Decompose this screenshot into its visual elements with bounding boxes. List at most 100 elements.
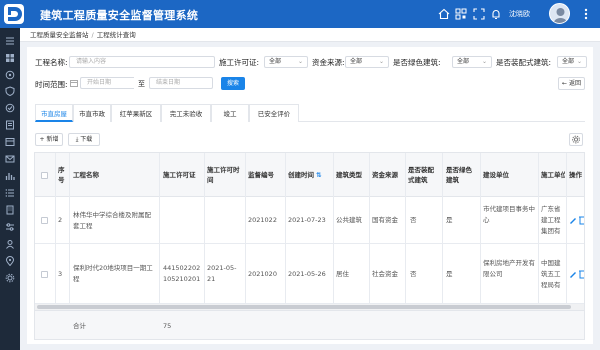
permit-select[interactable]: 全部 ⌄: [264, 56, 308, 68]
chevron-down-icon: ⌄: [481, 58, 487, 65]
tab-completed-unaccepted[interactable]: 完工未验收: [161, 104, 211, 122]
footer-permit-total: 75: [163, 322, 172, 330]
permit-label: 施工许可证:: [219, 58, 260, 67]
app-title: 建筑工程质量安全监督管理系统: [40, 9, 199, 22]
start-date-input[interactable]: 开始日期: [80, 77, 134, 89]
sidebar-settings-sliders-icon[interactable]: [5, 222, 15, 232]
sidebar-location-icon[interactable]: [5, 256, 15, 266]
col-header-permit-time: 施工许可时间: [207, 166, 240, 184]
tab-municipal-works[interactable]: 市直市政: [73, 104, 111, 122]
search-button[interactable]: 搜索: [221, 77, 245, 90]
home-icon[interactable]: [438, 8, 450, 20]
row-actions: [570, 270, 584, 279]
sidebar-check-icon[interactable]: [5, 103, 15, 113]
sort-icon[interactable]: ⇅: [316, 171, 321, 179]
tab-completed[interactable]: 竣工: [211, 104, 249, 122]
row-checkbox[interactable]: [41, 217, 48, 224]
time-range-label: 时间范围:: [35, 80, 68, 89]
main-panel: 工程名称: 请输入内容 施工许可证: 全部 ⌄ 资金来源: 全部 ⌄ 是否绿色建筑:…: [27, 47, 593, 344]
cell-supervision-no: 2021020: [248, 270, 277, 278]
breadcrumb-item-current: 工程统计查询: [96, 31, 136, 39]
project-name-label: 工程名称:: [35, 58, 68, 67]
table-row[interactable]: 2 林伟华中学综合楼及附属配套工程 2021022 2021-07-23 公共建…: [35, 197, 584, 244]
cell-prefab: 否: [410, 216, 417, 224]
edit-icon: [570, 218, 576, 224]
col-header-building-type: 建筑类型: [336, 171, 362, 179]
sidebar-chart-icon[interactable]: [5, 171, 15, 181]
row-actions: [570, 216, 584, 225]
cell-constructor: 广东省建工程集团有限: [541, 205, 561, 235]
cell-builder: 市代建项目事务中心: [483, 205, 535, 224]
sidebar-mail-icon[interactable]: [5, 154, 15, 164]
add-button[interactable]: + 新增: [35, 133, 63, 146]
project-name-input[interactable]: 请输入内容: [69, 56, 215, 68]
sidebar-building-icon[interactable]: [5, 205, 15, 215]
delete-icon: [579, 216, 584, 225]
username-label[interactable]: 沈晓欧: [509, 9, 530, 19]
cell-supervision-no: 2021022: [248, 216, 277, 224]
breadcrumb-item-station[interactable]: 工程质量安全监督站: [30, 31, 89, 39]
table-row[interactable]: 3 保利时代20地块项目一期工程 441502202105210201 2021…: [35, 244, 584, 304]
col-header-ops: 操作: [569, 171, 582, 179]
more-vertical-icon[interactable]: [581, 7, 591, 21]
download-button[interactable]: ⤓ 下载: [68, 133, 100, 146]
row-checkbox[interactable]: [41, 271, 48, 278]
delete-icon: [579, 270, 584, 279]
cell-name: 林伟华中学综合楼及附属配套工程: [73, 211, 151, 230]
user-avatar[interactable]: [549, 3, 570, 24]
sidebar-project-icon[interactable]: [5, 70, 15, 80]
col-header-seq: 序号: [58, 166, 65, 184]
cell-building-type: 居住: [336, 270, 349, 278]
breadcrumb: 工程质量安全监督站 / 工程统计查询: [20, 28, 600, 42]
qr-code-icon[interactable]: [455, 8, 467, 20]
app-header: 建筑工程质量安全监督管理系统 沈晓欧: [0, 0, 600, 28]
cell-created: 2021-07-23: [288, 216, 326, 224]
cell-permit-time: 2021-05-21: [207, 264, 237, 283]
end-date-input[interactable]: 结束日期: [149, 77, 213, 89]
cell-seq: 2: [58, 216, 63, 224]
col-header-green: 是否绿色建筑: [446, 166, 472, 184]
cell-prefab: 否: [410, 270, 417, 278]
tab-safety-evaluated[interactable]: 已安全评价: [249, 104, 299, 122]
sidebar-safety-icon[interactable]: [5, 86, 15, 96]
cell-permit: 441502202105210201: [163, 264, 201, 283]
chevron-down-icon: ⌄: [576, 58, 582, 65]
col-header-funding: 资金来源: [372, 171, 398, 179]
sidebar-list-icon[interactable]: [5, 188, 15, 198]
footer-total-label: 合计: [73, 322, 86, 330]
col-header-permit: 施工许可证: [163, 171, 196, 179]
cell-green: 是: [446, 270, 453, 278]
sidebar-user-icon[interactable]: [5, 239, 15, 249]
tab-municipal-buildings[interactable]: 市直房屋: [35, 104, 73, 122]
select-all-checkbox[interactable]: [41, 172, 48, 179]
notification-bell-icon[interactable]: [490, 8, 502, 20]
funding-select[interactable]: 全部 ⌄: [345, 56, 389, 68]
tab-red-apple-district[interactable]: 红苹果新区: [111, 104, 161, 122]
cell-builder: 保利房地产开发有限公司: [483, 259, 535, 278]
chevron-down-icon: ⌄: [378, 58, 384, 65]
col-header-created[interactable]: 创建时间 ⇅: [288, 170, 321, 180]
category-tabs: 市直房屋 市直市政 红苹果新区 完工未验收 竣工 已安全评价: [35, 104, 585, 122]
prefab-building-select[interactable]: 全部 ⌄: [557, 56, 587, 68]
table-footer-summary: 合计 75: [35, 310, 584, 339]
col-header-supervision-no: 监督编号: [248, 171, 274, 179]
sidebar-report-icon[interactable]: [5, 137, 15, 147]
fullscreen-icon[interactable]: [473, 8, 485, 20]
sidebar-menu-icon[interactable]: [5, 36, 15, 46]
sidebar-gear-icon[interactable]: [5, 273, 15, 283]
sidebar-dashboard-icon[interactable]: [5, 53, 15, 63]
back-button[interactable]: ← 返回: [558, 77, 585, 90]
calendar-icon: [70, 80, 78, 87]
col-header-constructor: 施工单位: [541, 171, 565, 179]
cell-constructor: 中国建筑五工程局有: [541, 259, 561, 289]
col-header-builder: 建设单位: [483, 171, 509, 179]
edit-icon: [570, 272, 576, 278]
scrollbar-thumb[interactable]: [37, 305, 571, 309]
green-building-select[interactable]: 全部 ⌄: [452, 56, 492, 68]
cell-created: 2021-05-26: [288, 270, 326, 278]
cell-seq: 3: [58, 270, 63, 278]
sidebar-document-icon[interactable]: [5, 120, 15, 130]
funding-label: 资金来源:: [312, 58, 345, 67]
column-settings-button[interactable]: [569, 133, 583, 146]
project-table: 序号 工程名称 施工许可证 施工许可时间 监督编号 创建时间 ⇅ 建筑类型 资金来…: [34, 152, 585, 340]
